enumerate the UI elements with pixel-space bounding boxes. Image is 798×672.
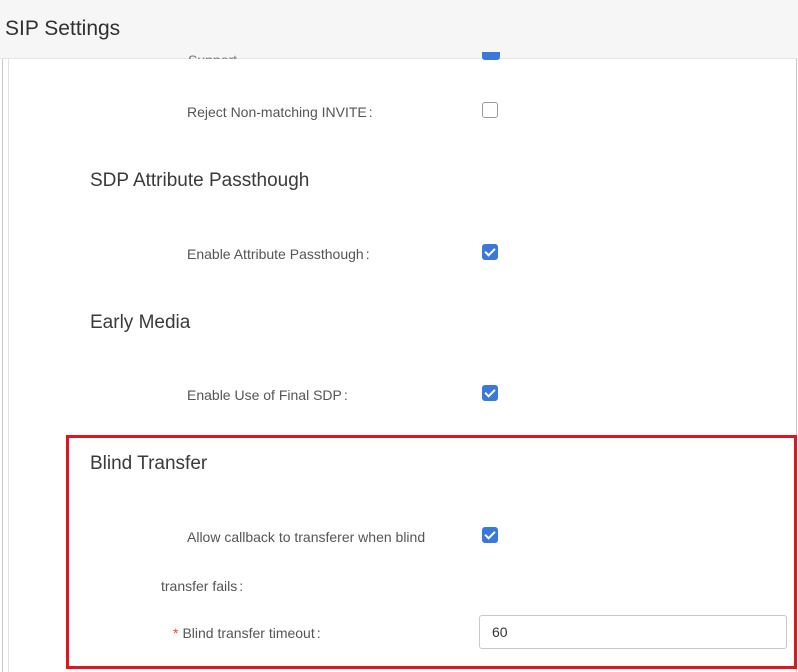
content-left-border [8,58,9,672]
sdp-attribute-passthough-title: SDP Attribute Passthough [90,170,310,191]
enable-attribute-passthough-label: Enable Attribute Passthough: [187,246,370,262]
reject-non-matching-invite-label: Reject Non-matching INVITE: [187,104,373,120]
reject-non-matching-invite-checkbox[interactable] [482,102,498,118]
page-title: SIP Settings [5,17,121,40]
blind-transfer-title: Blind Transfer [90,453,208,474]
enable-final-sdp-checkbox[interactable] [482,385,498,401]
blind-transfer-timeout-label: * Blind transfer timeout: [173,625,321,641]
allow-callback-checkbox[interactable] [482,527,498,543]
window-left-border [2,0,3,672]
early-media-title: Early Media [90,312,191,333]
partial-row-checkbox[interactable] [482,52,500,60]
blind-transfer-timeout-input[interactable] [479,615,787,649]
page-header: SIP Settings [0,0,798,59]
partial-row-label: Support [188,53,268,59]
callback-label-line1: Allow callback to transferer when blind [187,529,426,545]
callback-label-line2: transfer fails: [161,578,244,594]
enable-final-sdp-label: Enable Use of Final SDP: [187,387,348,403]
required-mark: * [173,625,179,641]
enable-attribute-passthough-checkbox[interactable] [482,244,498,260]
